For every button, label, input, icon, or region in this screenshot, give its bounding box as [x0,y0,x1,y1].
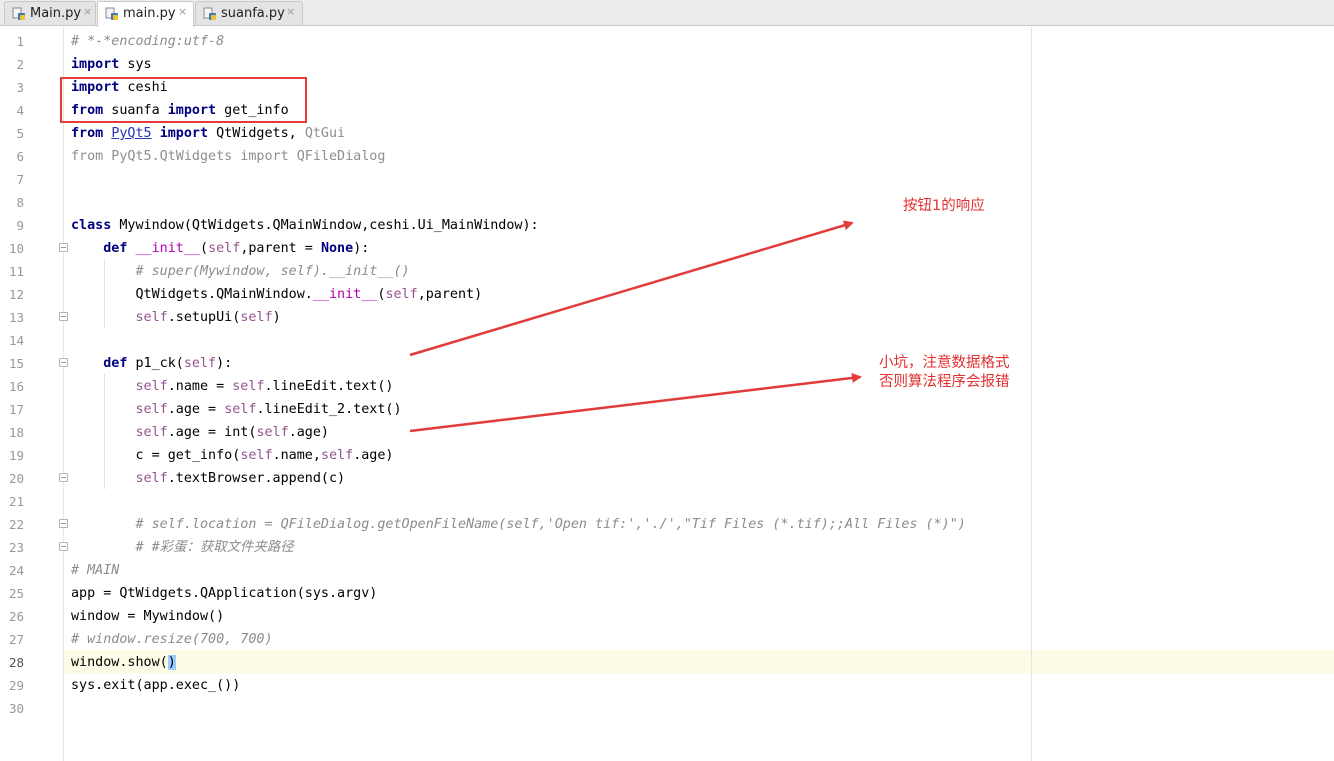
annotation-arrows [409,220,862,433]
arrow-to-warning-note [409,372,862,433]
annotation-button-response: 按钮1的响应 [903,198,985,214]
arrow-to-button-note [409,220,854,357]
annotation-warning-line2: 否则算法程序会报错 [879,374,1010,390]
annotation-warning-line1: 小坑，注意数据格式 [879,355,1010,371]
